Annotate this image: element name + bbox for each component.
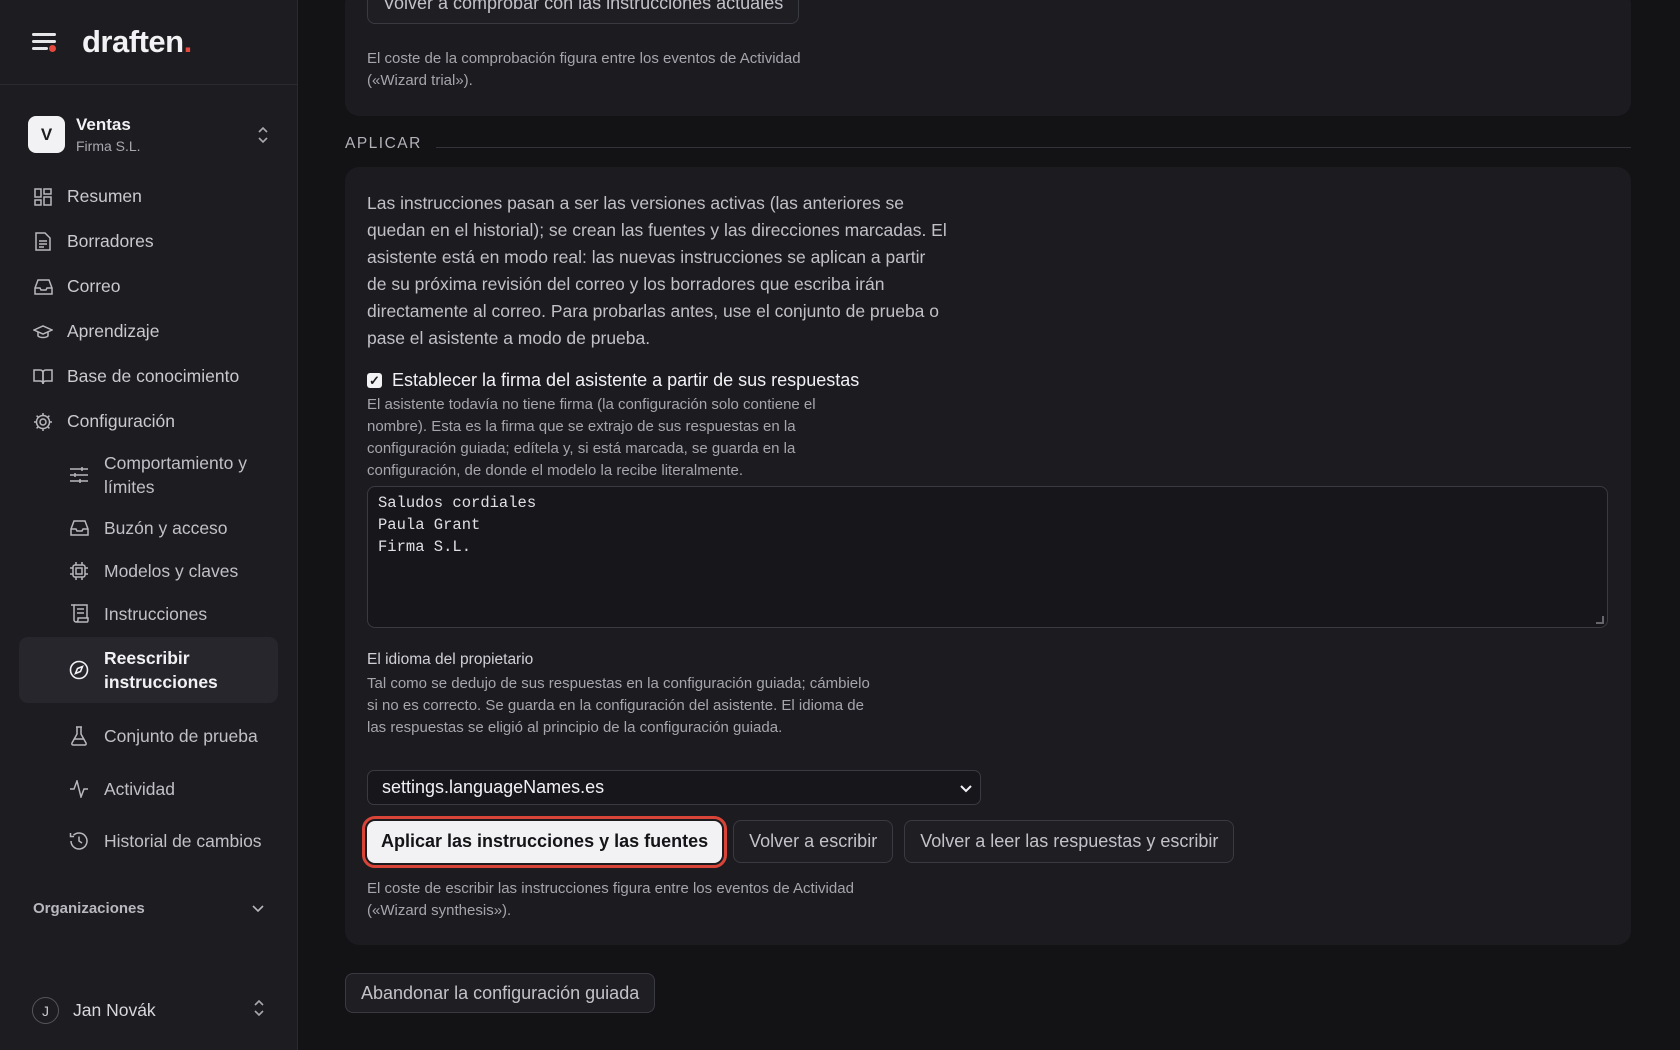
graduation-cap-icon — [32, 321, 54, 343]
activity-icon — [68, 778, 90, 800]
nav-label: Correo — [67, 276, 121, 296]
sliders-icon — [68, 464, 90, 486]
organizations-toggle[interactable]: Organizaciones — [33, 900, 264, 917]
apply-section-header: APLICAR — [345, 135, 1631, 153]
menu-icon[interactable] — [32, 32, 58, 52]
chevron-down-icon — [252, 900, 264, 917]
apply-button[interactable]: Aplicar las instrucciones y las fuentes — [361, 815, 728, 868]
signature-checkbox[interactable]: ✓ — [367, 373, 382, 388]
sidebar-item-label: Actividad — [104, 778, 176, 799]
recheck-button[interactable]: Volver a comprobar con las instrucciones… — [367, 0, 800, 24]
nav-label: Configuración — [67, 411, 175, 431]
compass-icon — [68, 659, 90, 681]
chevron-up-down-icon — [252, 999, 266, 1022]
chip-icon — [68, 560, 90, 582]
apply-card: Las instrucciones pasan a ser las versio… — [345, 167, 1631, 945]
gear-icon — [32, 411, 54, 433]
brand-bar: draften. — [0, 0, 297, 85]
nav-item-borradores[interactable]: Borradores — [0, 219, 297, 264]
sidebar-item-comportamiento[interactable]: Comportamiento y límites — [0, 444, 297, 506]
workspace-name: Ventas — [76, 115, 131, 134]
sidebar-item-buzon[interactable]: Buzón y acceso — [0, 506, 297, 549]
sidebar-item-historial[interactable]: Historial de cambios — [0, 810, 297, 872]
inbox-icon — [68, 517, 90, 539]
logo[interactable]: draften. — [82, 24, 192, 60]
section-title: APLICAR — [345, 135, 422, 152]
sidebar-item-label: Conjunto de prueba — [104, 726, 258, 746]
sidebar-item-modelos[interactable]: Modelos y claves — [0, 549, 297, 592]
nav-item-configuracion[interactable]: Configuración — [0, 399, 297, 444]
language-help: Tal como se dedujo de sus respuestas en … — [367, 675, 870, 736]
flask-icon — [68, 725, 90, 747]
main-nav: Resumen Borradores Correo Aprendizaje Ba… — [0, 174, 297, 872]
divider — [435, 146, 1631, 148]
organizations-label: Organizaciones — [33, 900, 145, 917]
sidebar-item-label: Modelos y claves — [104, 560, 239, 581]
workspace-avatar: V — [28, 116, 65, 153]
nav-item-base-de-conocimiento[interactable]: Base de conocimiento — [0, 354, 297, 399]
signature-line: Saludos cordiales — [378, 494, 537, 512]
workspace-org: Firma S.L. — [76, 138, 141, 154]
sidebar-item-instrucciones[interactable]: Instrucciones — [0, 592, 297, 635]
apply-actions: Aplicar las instrucciones y las fuentes … — [361, 815, 1235, 868]
signature-checkbox-row[interactable]: ✓ Establecer la firma del asistente a pa… — [367, 370, 859, 391]
nav-item-resumen[interactable]: Resumen — [0, 174, 297, 219]
document-icon — [32, 231, 54, 253]
nav-label: Borradores — [67, 231, 154, 251]
signature-checkbox-label: Establecer la firma del asistente a part… — [392, 370, 860, 390]
resize-handle[interactable] — [1596, 616, 1604, 624]
sidebar-item-label: Historial de cambios — [104, 831, 262, 851]
nav-item-correo[interactable]: Correo — [0, 264, 297, 309]
language-select[interactable]: settings.languageNames.es — [367, 770, 981, 805]
signature-line: Firma S.L. — [378, 538, 472, 556]
language-label: El idioma del propietario — [367, 651, 534, 668]
sidebar-item-label: Instrucciones — [104, 603, 208, 624]
sidebar-item-reescribir[interactable]: Reescribir instrucciones — [19, 637, 278, 703]
sidebar-item-conjunto-de-prueba[interactable]: Conjunto de prueba — [0, 705, 297, 767]
chevron-down-icon — [960, 777, 972, 798]
chevron-up-down-icon — [256, 126, 270, 144]
history-icon — [68, 830, 90, 852]
nav-label: Base de conocimiento — [67, 366, 240, 386]
reread-button[interactable]: Volver a leer las respuestas y escribir — [904, 820, 1235, 863]
apply-intro: Las instrucciones pasan a ser las versio… — [367, 193, 947, 348]
avatar: J — [32, 997, 59, 1024]
sidebar-item-label: Comportamiento y límites — [104, 453, 247, 497]
language-selected-value: settings.languageNames.es — [382, 777, 605, 797]
user-menu[interactable]: J Jan Novák — [32, 997, 266, 1024]
sidebar-item-label: Reescribir instrucciones — [104, 648, 218, 692]
rewrite-button[interactable]: Volver a escribir — [733, 820, 894, 863]
inbox-icon — [32, 276, 54, 298]
signature-line: Paula Grant — [378, 516, 481, 534]
synthesis-cost-note: El coste de escribir las instrucciones f… — [367, 880, 854, 919]
sidebar-item-actividad[interactable]: Actividad — [0, 767, 297, 810]
book-icon — [32, 366, 54, 388]
sidebar-item-label: Buzón y acceso — [104, 517, 228, 538]
scroll-icon — [68, 603, 90, 625]
sidebar: draften. V Ventas Firma S.L. Resumen Bor… — [0, 0, 298, 1050]
check-card: Volver a comprobar con las instrucciones… — [345, 0, 1631, 116]
check-cost-note: El coste de la comprobación figura entre… — [367, 50, 801, 89]
nav-label: Resumen — [67, 186, 142, 206]
nav-label: Aprendizaje — [67, 321, 160, 341]
abandon-wizard-button[interactable]: Abandonar la configuración guiada — [345, 973, 656, 1013]
signature-help: El asistente todavía no tiene firma (la … — [367, 396, 816, 479]
workspace-switcher[interactable]: V Ventas Firma S.L. — [28, 115, 270, 154]
user-name: Jan Novák — [73, 1000, 156, 1020]
dashboard-icon — [32, 186, 54, 208]
nav-item-aprendizaje[interactable]: Aprendizaje — [0, 309, 297, 354]
signature-textarea[interactable]: Saludos cordiales Paula Grant Firma S.L. — [367, 486, 1608, 628]
main-content: Volver a comprobar con las instrucciones… — [298, 0, 1680, 1050]
